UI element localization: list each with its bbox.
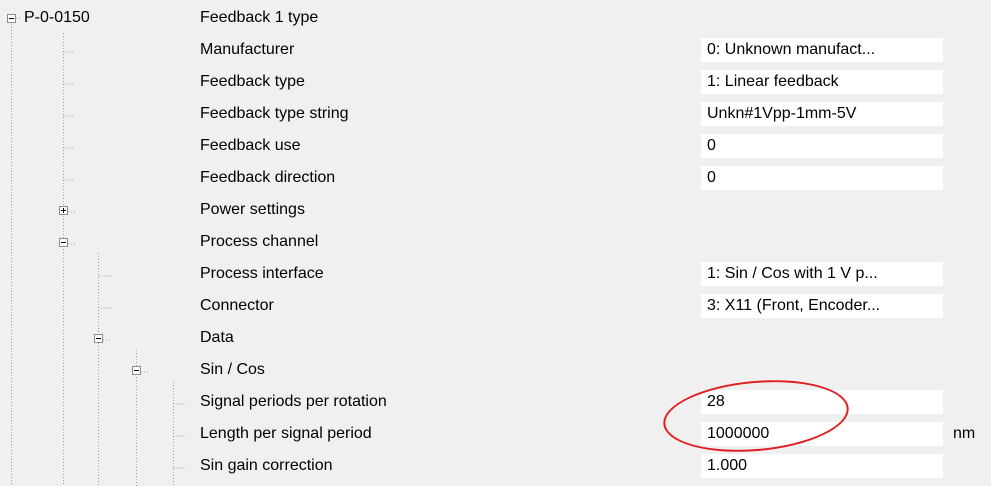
tree-row-label: Process interface [200,265,324,282]
tree-row-label: Signal periods per rotation [200,393,387,410]
tree-row-label: Power settings [200,201,305,218]
tree-row-power-settings[interactable]: Power settings [0,194,991,226]
tree-row-feedback-type[interactable]: Feedback type 1: Linear feedback [0,66,991,98]
minus-box-icon[interactable] [7,14,16,23]
value-field[interactable]: 0 [701,166,943,190]
value-field[interactable]: 1: Linear feedback [701,70,943,94]
tree-row-label: Feedback type string [200,105,349,122]
tree-row-label: Length per signal period [200,425,372,442]
minus-box-icon[interactable] [59,238,68,247]
tree-row-label: Manufacturer [200,41,295,58]
tree-row-label: Connector [200,297,274,314]
value-field[interactable]: 1: Sin / Cos with 1 V p... [701,262,943,286]
plus-box-icon[interactable] [59,206,68,215]
tree-row-connector[interactable]: Connector 3: X11 (Front, Encoder... [0,290,991,322]
tree-row-label: Process channel [200,233,319,250]
tree-row-label: Feedback type [200,73,305,90]
tree-row-sin-gain-correction[interactable]: Sin gain correction 1.000 [0,450,991,482]
tree-row-label: Feedback 1 type [200,9,319,26]
minus-box-icon[interactable] [132,366,141,375]
tree-row-label: Sin / Cos [200,361,265,378]
tree-row-manufacturer[interactable]: Manufacturer 0: Unknown manufact... [0,34,991,66]
value-field[interactable]: 0: Unknown manufact... [701,38,943,62]
tree-row-sin-cos[interactable]: Sin / Cos [0,354,991,386]
value-field[interactable]: 0 [701,134,943,158]
tree-row-root[interactable]: P-0-0150 Feedback 1 type [0,2,991,34]
tree-row-label: Feedback direction [200,169,336,186]
tree-row-data[interactable]: Data [0,322,991,354]
value-field[interactable]: Unkn#1Vpp-1mm-5V [701,102,943,126]
tree-row-label: Sin gain correction [200,457,333,474]
minus-box-icon[interactable] [94,334,103,343]
value-field[interactable]: 3: X11 (Front, Encoder... [701,294,943,318]
parameter-tree: P-0-0150 Feedback 1 type Manufacturer 0:… [0,0,991,486]
tree-row-feedback-direction[interactable]: Feedback direction 0 [0,162,991,194]
tree-row-feedback-use[interactable]: Feedback use 0 [0,130,991,162]
tree-row-label: Data [200,329,234,346]
unit-label: nm [953,425,976,442]
tree-row-process-channel[interactable]: Process channel [0,226,991,258]
parameter-id: P-0-0150 [24,9,90,26]
tree-row-process-interface[interactable]: Process interface 1: Sin / Cos with 1 V … [0,258,991,290]
value-field[interactable]: 1.000 [701,454,943,478]
tree-row-length-per-signal-period[interactable]: Length per signal period 1000000 nm [0,418,991,450]
tree-row-label: Feedback use [200,137,301,154]
tree-row-feedback-type-string[interactable]: Feedback type string Unkn#1Vpp-1mm-5V [0,98,991,130]
